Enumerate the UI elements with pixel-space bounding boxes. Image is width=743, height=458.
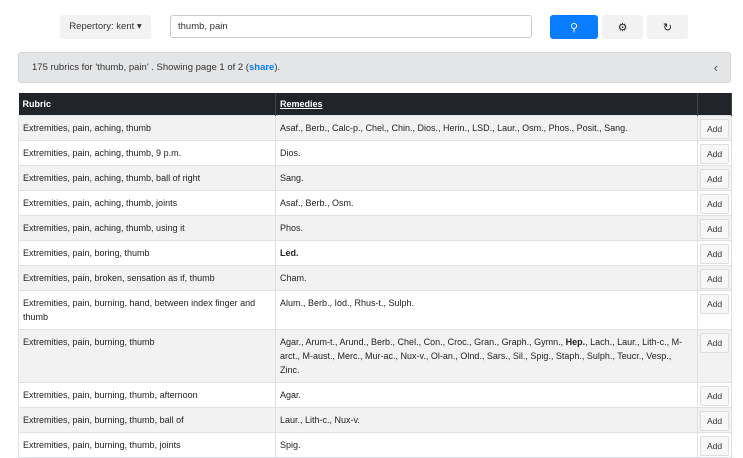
add-button[interactable]: Add — [700, 435, 729, 456]
remedy-bold: Led. — [280, 247, 299, 258]
remedies-cell: Alum., Berb., Iod., Rhus-t., Sulph. — [275, 289, 698, 330]
table-row: Extremities, pain, burning, thumb, after… — [18, 381, 732, 408]
rubric-cell[interactable]: Extremities, pain, aching, thumb, 9 p.m. — [18, 139, 276, 166]
table-row: Extremities, pain, aching, thumb, ball o… — [18, 164, 732, 191]
action-cell: Add — [697, 114, 732, 141]
rubric-cell[interactable]: Extremities, pain, burning, thumb, ball … — [18, 406, 276, 433]
table-row: Extremities, pain, burning, thumb, joint… — [18, 431, 732, 458]
search-icon: ⚲ — [569, 21, 579, 34]
table-row: Extremities, pain, broken, sensation as … — [18, 264, 732, 291]
add-button[interactable]: Add — [700, 193, 729, 214]
remedy-text: Asaf., Berb., Osm. — [280, 197, 354, 208]
remedy-text: Cham. — [280, 272, 307, 283]
search-input[interactable]: thumb, pain — [170, 15, 532, 38]
remedy-text: Spig. — [280, 439, 301, 450]
rubric-cell[interactable]: Extremities, pain, aching, thumb, using … — [18, 214, 276, 241]
action-cell: Add — [697, 139, 732, 166]
remedies-cell: Phos. — [275, 214, 698, 241]
table-row: Extremities, pain, boring, thumb Led. Add — [18, 239, 732, 266]
action-cell: Add — [697, 431, 732, 458]
remedy-text: Asaf., Berb., Calc-p., Chel., Chin., Dio… — [280, 122, 628, 133]
rubric-cell[interactable]: Extremities, pain, burning, thumb — [18, 328, 276, 383]
add-button[interactable]: Add — [700, 218, 729, 239]
remedies-cell: Asaf., Berb., Osm. — [275, 189, 698, 216]
rubric-cell[interactable]: Extremities, pain, aching, thumb — [18, 114, 276, 141]
header-action — [697, 93, 732, 115]
add-button[interactable]: Add — [700, 243, 729, 264]
remedy-text: Phos. — [280, 222, 304, 233]
rubric-cell[interactable]: Extremities, pain, aching, thumb, ball o… — [18, 164, 276, 191]
action-cell: Add — [697, 328, 732, 383]
remedies-cell: Dios. — [275, 139, 698, 166]
rubrics-table: Rubric Remedies Extremities, pain, achin… — [18, 93, 732, 458]
remedies-cell: Asaf., Berb., Calc-p., Chel., Chin., Dio… — [275, 114, 698, 141]
table-row: Extremities, pain, aching, thumb, joints… — [18, 189, 732, 216]
add-button[interactable]: Add — [700, 293, 729, 314]
remedies-cell: Led. — [275, 239, 698, 266]
rubric-cell[interactable]: Extremities, pain, broken, sensation as … — [18, 264, 276, 291]
add-button[interactable]: Add — [700, 168, 729, 189]
spinner-icon: ↻ — [662, 21, 673, 34]
results-summary: 175 rubrics for 'thumb, pain' . Showing … — [32, 62, 249, 73]
share-link[interactable]: share — [249, 62, 274, 73]
loading-button[interactable]: ↻ — [647, 15, 688, 39]
remedies-cell: Spig. — [275, 431, 698, 458]
table-row: Extremities, pain, aching, thumb Asaf., B… — [18, 114, 732, 141]
add-button[interactable]: Add — [700, 410, 729, 431]
remedy-text: Sang. — [280, 172, 304, 183]
gear-icon: ⚙ — [617, 21, 628, 34]
search-button[interactable]: ⚲ — [550, 15, 598, 39]
table-row: Extremities, pain, aching, thumb, using … — [18, 214, 732, 241]
action-cell: Add — [697, 289, 732, 330]
action-cell: Add — [697, 381, 732, 408]
header-remedies[interactable]: Remedies — [275, 93, 698, 115]
chevron-left-icon[interactable]: ‹ — [714, 53, 718, 82]
toolbar: Repertory: kent ▾ thumb, pain ⚲ ⚙ ↻ — [0, 15, 743, 39]
remedy-text: Dios. — [280, 147, 301, 158]
rubric-cell[interactable]: Extremities, pain, aching, thumb, joints — [18, 189, 276, 216]
header-rubric: Rubric — [18, 93, 276, 115]
results-summary-bar: 175 rubrics for 'thumb, pain' . Showing … — [18, 52, 731, 83]
remedy-text: Alum., Berb., Iod., Rhus-t., Sulph. — [280, 297, 415, 308]
rubric-cell[interactable]: Extremities, pain, burning, hand, betwee… — [18, 289, 276, 330]
action-cell: Add — [697, 164, 732, 191]
add-button[interactable]: Add — [700, 143, 729, 164]
remedy-text: Agar., Arum-t., Arund., Berb., Chel., Co… — [280, 336, 566, 347]
remedies-cell: Agar. — [275, 381, 698, 408]
table-row: Extremities, pain, aching, thumb, 9 p.m.… — [18, 139, 732, 166]
remedy-text: Agar. — [280, 389, 302, 400]
settings-button[interactable]: ⚙ — [602, 15, 643, 39]
rubric-cell[interactable]: Extremities, pain, burning, thumb, joint… — [18, 431, 276, 458]
add-button[interactable]: Add — [700, 332, 729, 353]
repertory-dropdown[interactable]: Repertory: kent ▾ — [60, 15, 151, 39]
action-cell: Add — [697, 264, 732, 291]
add-button[interactable]: Add — [700, 118, 729, 139]
add-button[interactable]: Add — [700, 385, 729, 406]
action-cell: Add — [697, 189, 732, 216]
action-cell: Add — [697, 239, 732, 266]
results-summary-end: ). — [274, 62, 281, 73]
remedies-cell: Agar., Arum-t., Arund., Berb., Chel., Co… — [275, 328, 698, 383]
remedies-cell: Laur., Lith-c., Nux-v. — [275, 406, 698, 433]
remedy-bold: Hep. — [565, 336, 586, 347]
rubric-cell[interactable]: Extremities, pain, burning, thumb, after… — [18, 381, 276, 408]
remedy-text: Laur., Lith-c., Nux-v. — [280, 414, 360, 425]
action-cell: Add — [697, 214, 732, 241]
table-row: Extremities, pain, burning, thumb Agar., … — [18, 328, 732, 383]
remedies-cell: Sang. — [275, 164, 698, 191]
table-row: Extremities, pain, burning, hand, betwee… — [18, 289, 732, 330]
rubric-cell[interactable]: Extremities, pain, boring, thumb — [18, 239, 276, 266]
add-button[interactable]: Add — [700, 268, 729, 289]
table-row: Extremities, pain, burning, thumb, ball … — [18, 406, 732, 433]
remedies-cell: Cham. — [275, 264, 698, 291]
action-cell: Add — [697, 406, 732, 433]
